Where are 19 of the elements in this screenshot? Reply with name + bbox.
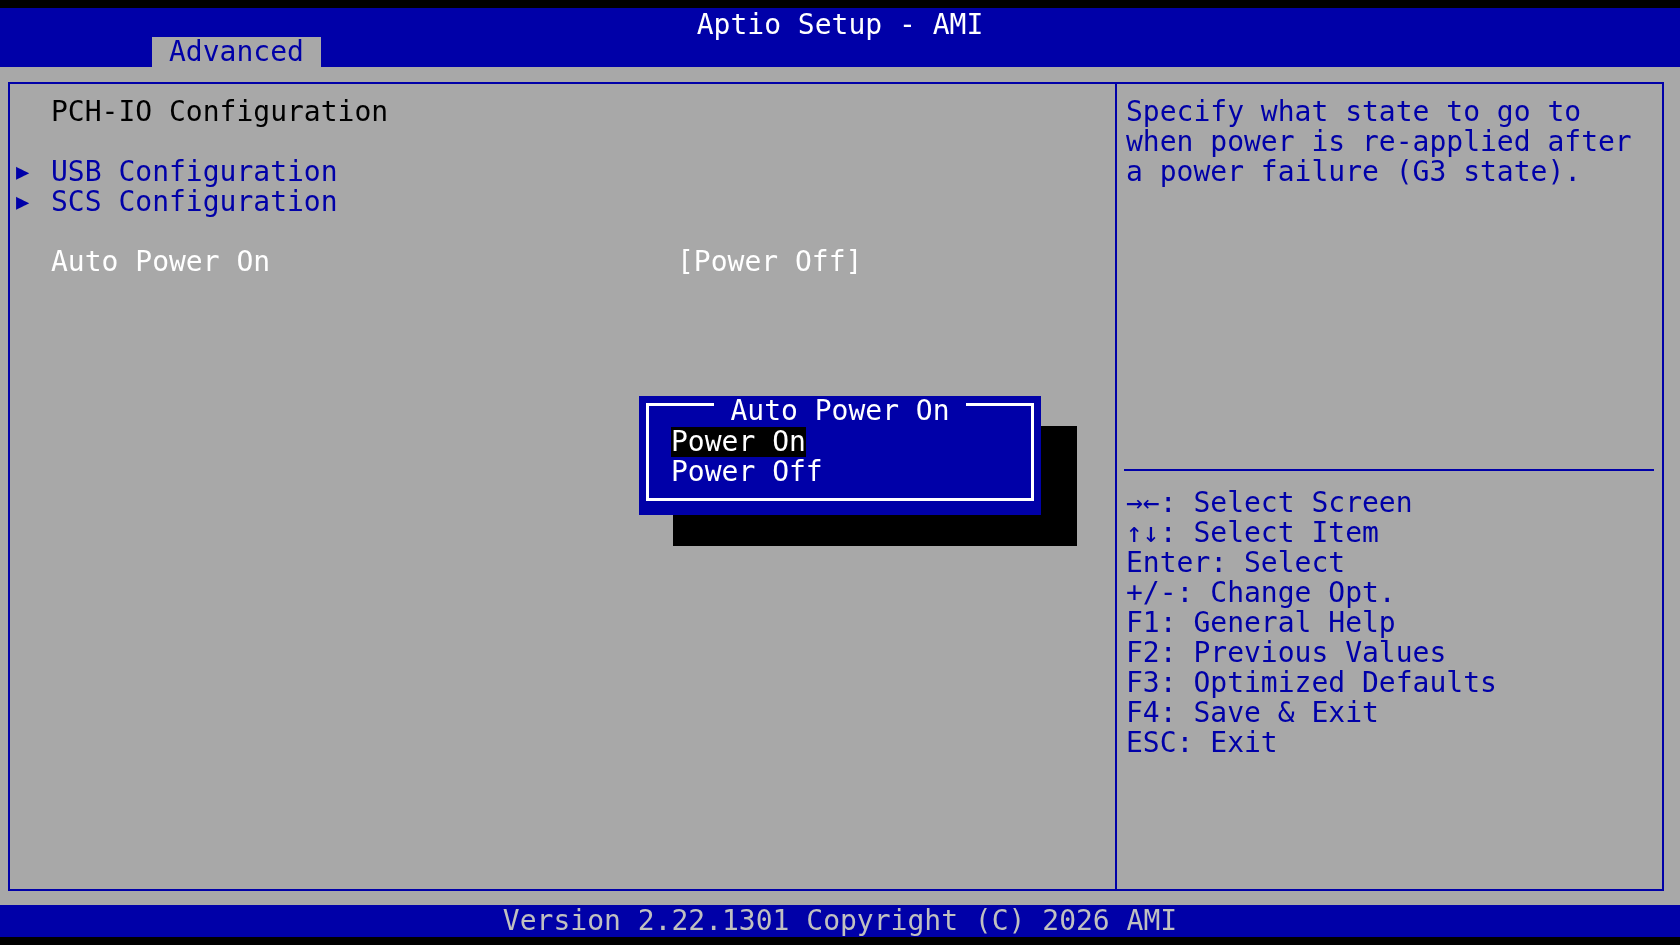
key-hint: F2: Previous Values — [1126, 638, 1447, 668]
key-hint: +/-: Change Opt. — [1126, 578, 1396, 608]
help-text: Specify what state to go to when power is re-applied after a power failure (G3 state). — [1126, 97, 1633, 187]
popup-option[interactable]: Power Off — [671, 457, 823, 487]
popup-option[interactable]: Power On — [671, 427, 806, 457]
page-title: PCH-IO Configuration — [51, 95, 389, 128]
key-hint: F1: General Help — [1126, 608, 1396, 638]
key-hint: F3: Optimized Defaults — [1126, 668, 1497, 698]
submenu-item[interactable]: USB Configuration — [51, 157, 338, 187]
version-text: Version 2.22.1301 Copyright (C) 2026 AMI — [502, 906, 1178, 936]
key-hint: F4: Save & Exit — [1126, 698, 1379, 728]
submenu-marker: ▶ — [15, 188, 31, 216]
submenu-item[interactable]: SCS Configuration — [51, 187, 338, 217]
key-hint: →←: Select Screen — [1126, 488, 1413, 518]
key-hint: ESC: Exit — [1126, 728, 1278, 758]
submenu-marker: ▶ — [15, 158, 31, 186]
key-hint: ↑↓: Select Item — [1126, 518, 1379, 548]
key-hint: Enter: Select — [1126, 548, 1346, 578]
tab[interactable]: Advanced — [152, 37, 321, 67]
